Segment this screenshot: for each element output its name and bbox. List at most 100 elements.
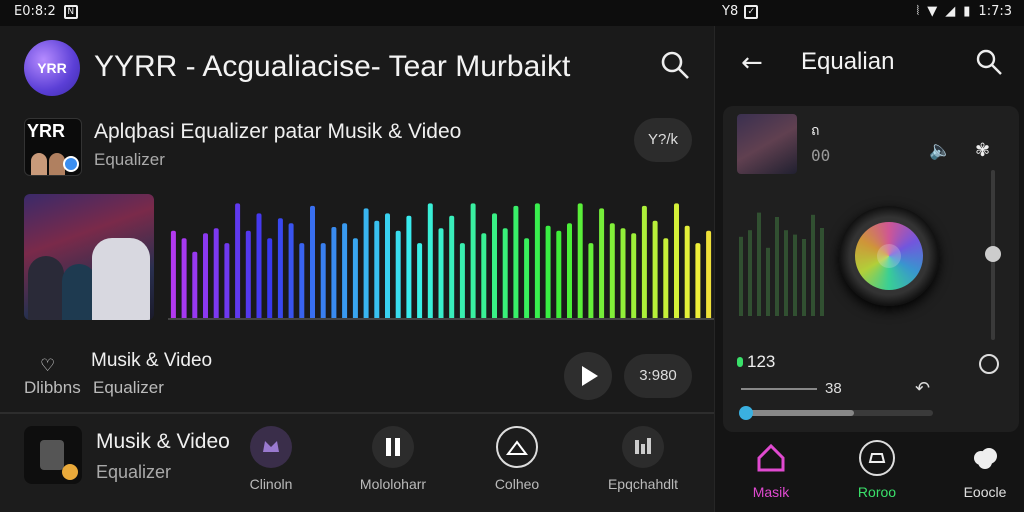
vertical-slider-knob[interactable]: [985, 246, 1001, 262]
pause-icon: [372, 426, 414, 468]
action-clinoln[interactable]: Clinoln: [216, 426, 326, 492]
back-arrow-icon[interactable]: ←: [741, 48, 763, 78]
level-dot-icon: [737, 357, 743, 367]
main-panel: YRR YYRR - Acgualiacise- Tear Murbaikt Y…: [0, 26, 714, 512]
visualizer-bar: [674, 203, 679, 320]
visualizer-bar: [342, 223, 348, 320]
mini-player-subtitle: Equalizer: [96, 462, 172, 482]
visualizer-bar: [502, 228, 508, 320]
app-logo[interactable]: YRR: [24, 40, 80, 96]
face-image: [31, 153, 47, 175]
home-icon: [753, 440, 789, 476]
visualizer-bar: [695, 243, 701, 320]
visualizer-bar: [213, 228, 219, 320]
person-figure: [92, 238, 150, 320]
action-colheo[interactable]: Colheo: [462, 426, 572, 492]
visualizer-bar: [470, 203, 476, 320]
mini-visualizer-bar: [784, 230, 788, 316]
visualizer-bar: [363, 208, 369, 320]
volume-icon[interactable]: 🔈: [929, 140, 951, 161]
level-value: 123: [747, 352, 776, 371]
slider-line: [741, 388, 817, 390]
undo-icon[interactable]: ↶: [915, 378, 930, 399]
visualizer-bar: [245, 230, 251, 320]
panel-title: Equalian: [801, 48, 895, 75]
mini-visualizer-bar: [811, 214, 815, 316]
track-code: 00: [811, 146, 831, 165]
visualizer-bar: [567, 223, 572, 320]
video-thumbnail[interactable]: [24, 194, 154, 320]
visualizer-bar: [609, 223, 615, 320]
visualizer-bar: [320, 243, 326, 320]
slider-value: 38: [825, 380, 842, 397]
signal-icon: ◢: [945, 4, 956, 19]
search-icon[interactable]: [975, 48, 1003, 76]
butterfly-icon[interactable]: ✾: [975, 140, 990, 161]
visualizer-bar: [641, 205, 647, 320]
action-mololoharr[interactable]: Mololoharr: [338, 426, 448, 492]
mini-visualizer-bar: [748, 230, 752, 316]
action-label: Mololoharr: [359, 476, 427, 492]
visualizer-bar: [652, 220, 658, 320]
tab-masik[interactable]: Masik: [721, 440, 821, 500]
visualizer-bar: [620, 228, 626, 320]
status-bar: E0:8:2 N Y8 ✓ ⦚ ▼ ◢ ▮ 1:7:3: [0, 0, 1024, 26]
visualizer-bar: [545, 225, 551, 320]
visualizer-bar: [192, 251, 198, 320]
mini-player: Musik & Video Equalizer Clinoln Mololoha…: [0, 414, 714, 512]
level-readout: 123: [737, 352, 775, 372]
header: YRR YYRR - Acgualiacise- Tear Murbaikt: [0, 26, 714, 112]
heart-icon[interactable]: ♡: [40, 356, 55, 376]
equalizer-card: ถ 00 🔈 ✾ 123 38 ↶: [723, 106, 1019, 432]
visualizer-bar: [406, 215, 412, 320]
visualizer-bar: [299, 243, 305, 320]
mini-visualizer-bar: [820, 228, 824, 316]
visualizer-bar: [684, 225, 690, 320]
visualizer-bar: [288, 223, 294, 320]
play-button[interactable]: [564, 352, 612, 400]
mini-visualizer-bar: [766, 247, 770, 316]
settings-icon[interactable]: [979, 354, 999, 374]
track-label: Musik & Video: [91, 350, 213, 371]
equalizer-icon: [622, 426, 664, 468]
time-display: 3:980: [624, 354, 692, 398]
mini-visualizer-bar: [739, 236, 743, 316]
visualizer-bar: [181, 238, 187, 320]
visualizer-bar: [374, 220, 380, 320]
app-info-pill[interactable]: Y?/k: [634, 118, 692, 162]
tab-roroo[interactable]: Roroo: [827, 440, 927, 500]
tab-eoocle[interactable]: Eoocle: [935, 440, 1024, 500]
visualizer-bar: [203, 233, 208, 320]
wifi-icon: ▼: [927, 4, 938, 19]
track-title: ถ: [811, 123, 820, 139]
visualizer-bar: [417, 243, 423, 320]
status-time-left: E0:8:2: [14, 4, 56, 19]
action-label: Epqchahdlt: [607, 476, 679, 492]
app-info-row[interactable]: YRR Aplqbasi Equalizer patar Musik & Vid…: [24, 118, 694, 178]
mini-player-title: Musik & Video: [96, 430, 230, 453]
visualizer-bar: [449, 215, 455, 320]
search-icon[interactable]: [660, 50, 690, 80]
mini-visualizer-bar: [775, 217, 779, 316]
equalizer-knob[interactable]: [839, 206, 939, 306]
mini-player-icon[interactable]: [24, 426, 82, 484]
visualizer-bar: [331, 227, 337, 320]
action-epqchahdlt[interactable]: Epqchahdlt: [588, 426, 698, 492]
page-title: YYRR - Acgualiacise- Tear Murbaikt: [94, 50, 571, 83]
person-figure: [28, 256, 64, 320]
visualizer-bar: [524, 238, 530, 320]
track-thumbnail[interactable]: [737, 114, 797, 174]
progress-knob[interactable]: [739, 406, 753, 420]
mini-visualizer: [739, 212, 824, 316]
track-sublabel: Dlibbns: [24, 378, 81, 397]
action-label: Clinoln: [249, 476, 293, 492]
visualizer-bar: [534, 203, 540, 320]
visualizer-bar: [631, 233, 637, 320]
status-mid-text: Y8: [722, 4, 739, 19]
checkbox-icon: ✓: [744, 4, 759, 19]
visualizer-bar: [513, 205, 519, 320]
visualizer-bar: [352, 238, 358, 320]
app-name: Aplqbasi Equalizer patar Musik & Video: [94, 120, 462, 143]
visualizer-bar: [663, 238, 669, 320]
visualizer-baseline: [168, 318, 714, 320]
